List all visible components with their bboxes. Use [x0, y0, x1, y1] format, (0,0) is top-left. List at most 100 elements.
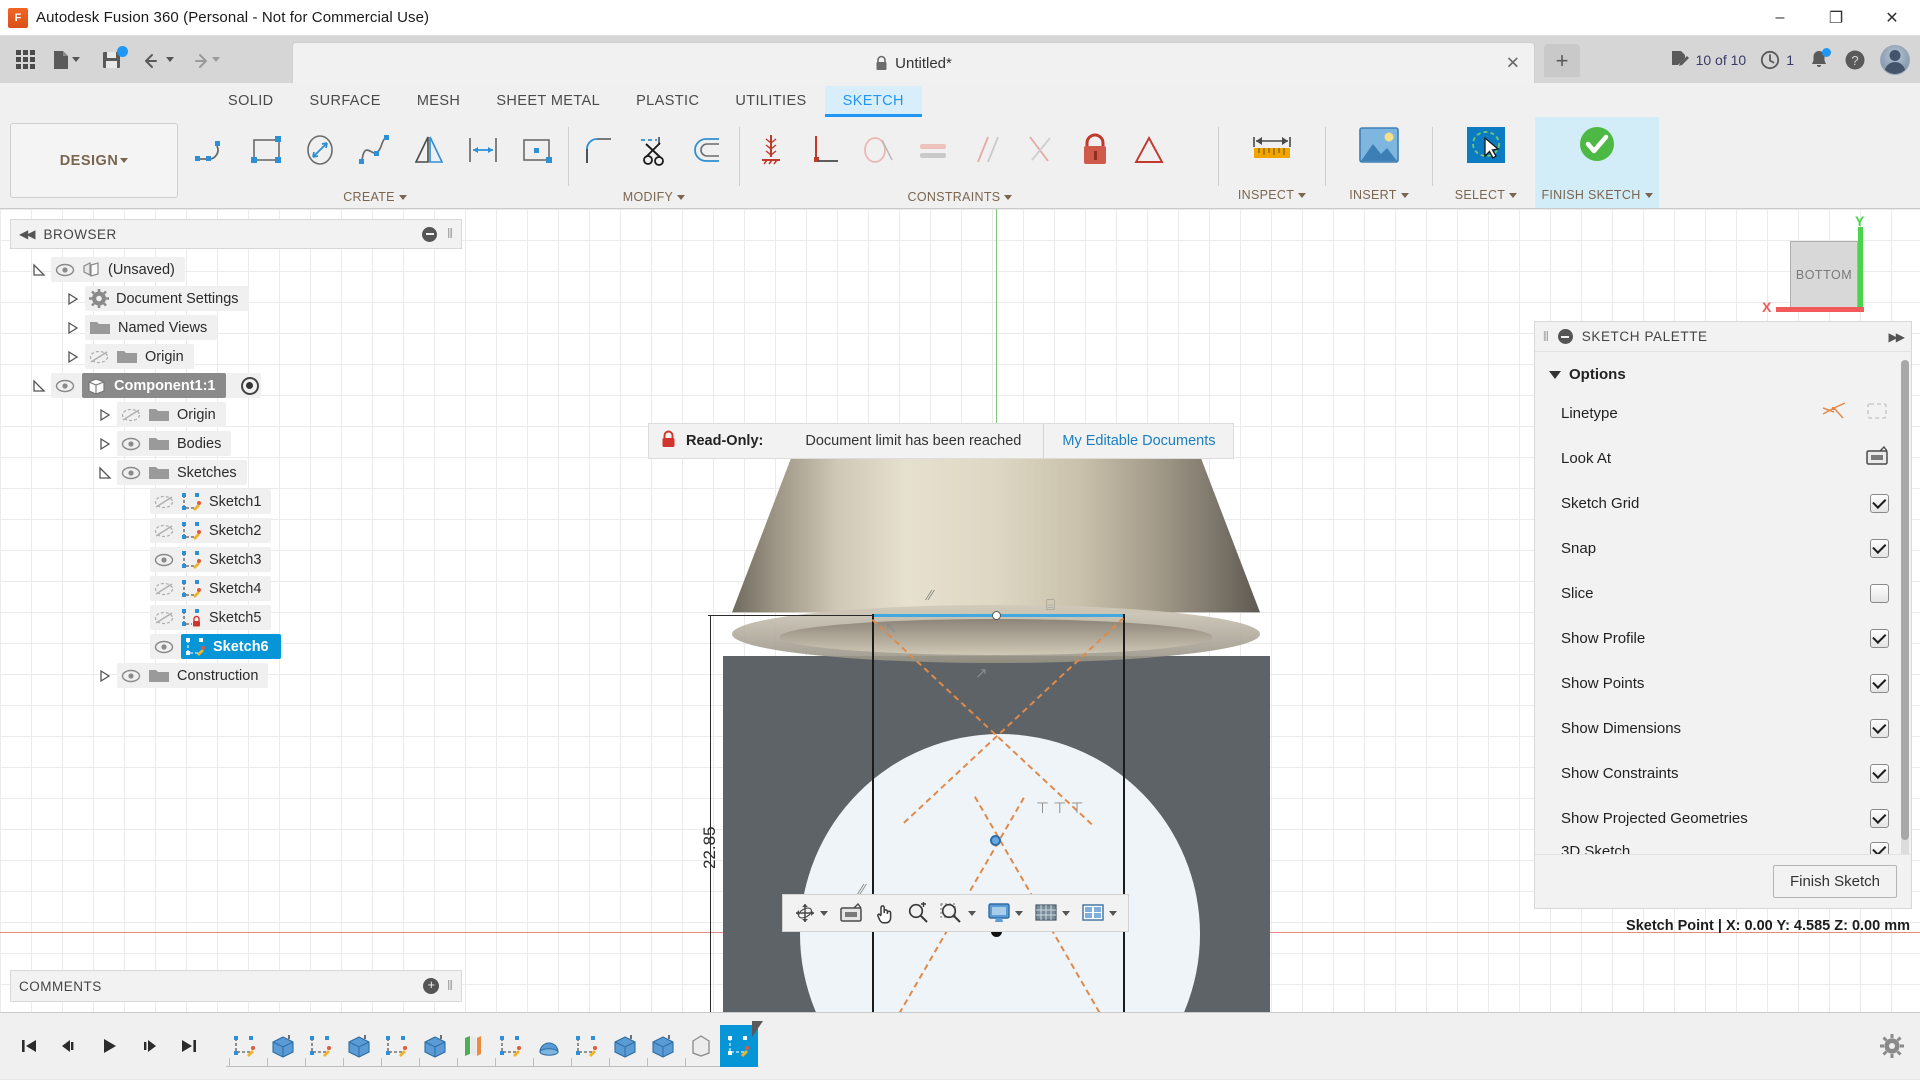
timeline-sketch-1[interactable]: [226, 1025, 264, 1067]
orbit-button[interactable]: [789, 897, 833, 929]
show-dimensions-checkbox[interactable]: [1870, 719, 1889, 738]
workspace-selector[interactable]: DESIGN: [10, 123, 178, 198]
grip-icon[interactable]: ⦀: [447, 978, 453, 994]
tree-node-sketch3[interactable]: Sketch3: [10, 545, 462, 574]
display-settings-button[interactable]: [982, 897, 1028, 929]
equal-constraint-tool[interactable]: [906, 122, 960, 178]
timeline-appearance[interactable]: [454, 1025, 492, 1067]
timeline-sketch-3[interactable]: [378, 1025, 416, 1067]
inspect-button[interactable]: INSPECT: [1223, 117, 1321, 208]
tree-node-unsaved[interactable]: (Unsaved): [10, 255, 462, 284]
perpendicular-constraint-tool[interactable]: [798, 122, 852, 178]
timeline-extrude-5[interactable]: [644, 1025, 682, 1067]
rect-pattern-tool[interactable]: [510, 122, 564, 178]
ribbon-group-label-constraints[interactable]: CONSTRAINTS: [744, 190, 1176, 204]
tree-node-construction[interactable]: Construction: [10, 661, 462, 690]
expander-closed-icon[interactable]: [66, 350, 80, 364]
view-cube[interactable]: BOTTOM X Y: [1762, 213, 1892, 331]
maximize-button[interactable]: ❐: [1808, 0, 1864, 36]
timeline-extrude-4[interactable]: [606, 1025, 644, 1067]
expander-closed-icon[interactable]: [98, 669, 112, 683]
collapse-left-icon[interactable]: ◀◀: [19, 227, 36, 241]
sketch-point-center[interactable]: [990, 835, 1001, 846]
line-tool[interactable]: [186, 122, 240, 178]
expander-closed-icon[interactable]: [66, 321, 80, 335]
tree-node-bodies[interactable]: Bodies: [10, 429, 462, 458]
linetype-construction-icon[interactable]: [1865, 400, 1889, 427]
expander-open-icon[interactable]: [32, 378, 46, 393]
finish-sketch-palette-button[interactable]: Finish Sketch: [1772, 865, 1897, 898]
tree-node-origin-root[interactable]: Origin: [10, 342, 462, 371]
tree-node-sketch5[interactable]: Sketch5: [10, 603, 462, 632]
expander-closed-icon[interactable]: [66, 292, 80, 306]
dimension-value-vertical[interactable]: 22.85: [700, 826, 720, 869]
parallel-constraint-tool[interactable]: [960, 122, 1014, 178]
sketch6-chip[interactable]: Sketch6: [181, 634, 281, 659]
comments-panel[interactable]: COMMENTS + ⦀: [10, 970, 462, 1002]
tree-node-sketch1[interactable]: Sketch1: [10, 487, 462, 516]
sketch-line-left[interactable]: [872, 614, 874, 1012]
close-button[interactable]: ✕: [1864, 0, 1920, 36]
options-section-header[interactable]: Options: [1535, 358, 1911, 391]
minus-circle-icon[interactable]: [422, 226, 438, 242]
tangent-constraint-tool[interactable]: [852, 122, 906, 178]
activate-component-toggle[interactable]: [240, 376, 259, 395]
step-back-button[interactable]: [54, 1031, 84, 1061]
show-projected-geometries-checkbox[interactable]: [1870, 809, 1889, 828]
timeline-shell[interactable]: [682, 1025, 720, 1067]
new-tab-button[interactable]: +: [1544, 44, 1580, 77]
dimension-tool[interactable]: [456, 122, 510, 178]
symmetry-constraint-tool[interactable]: [1122, 122, 1176, 178]
pan-button[interactable]: [869, 897, 901, 929]
new-file-icon[interactable]: [44, 43, 88, 77]
help-icon[interactable]: ?: [1844, 49, 1866, 71]
document-tab[interactable]: Untitled* ✕: [292, 42, 1535, 83]
minimize-button[interactable]: –: [1752, 0, 1808, 36]
expand-right-icon[interactable]: ▶▶: [1889, 330, 1906, 344]
tree-node-document-settings[interactable]: Document Settings: [10, 284, 462, 313]
ribbon-tab-mesh[interactable]: MESH: [399, 86, 479, 117]
slice-checkbox[interactable]: [1870, 584, 1889, 603]
tree-node-sketch2[interactable]: Sketch2: [10, 516, 462, 545]
timeline-extrude-3[interactable]: [416, 1025, 454, 1067]
tree-node-named-views[interactable]: Named Views: [10, 313, 462, 342]
go-to-end-button[interactable]: [174, 1031, 204, 1061]
linetype-normal-icon[interactable]: [1821, 400, 1847, 427]
grip-icon[interactable]: ⦀: [1543, 329, 1549, 345]
ribbon-tab-plastic[interactable]: PLASTIC: [618, 86, 717, 117]
sketch-grid-checkbox[interactable]: [1870, 494, 1889, 513]
app-grid-icon[interactable]: [8, 43, 42, 77]
avatar[interactable]: [1880, 44, 1910, 75]
snap-checkbox[interactable]: [1870, 539, 1889, 558]
add-comment-button[interactable]: +: [423, 978, 440, 994]
tab-close-button[interactable]: ✕: [1506, 55, 1520, 72]
expander-open-icon[interactable]: [32, 262, 46, 277]
ribbon-tab-solid[interactable]: SOLID: [210, 86, 292, 117]
component-chip[interactable]: Component1:1: [82, 373, 226, 398]
show-profile-checkbox[interactable]: [1870, 629, 1889, 648]
rectangle-tool[interactable]: [240, 122, 294, 178]
save-icon[interactable]: [90, 43, 134, 77]
tree-node-sketch6[interactable]: Sketch6: [10, 632, 462, 661]
viewports-button[interactable]: [1076, 897, 1122, 929]
show-points-checkbox[interactable]: [1870, 674, 1889, 693]
sketch-point-top[interactable]: [992, 611, 1001, 620]
fillet-tool[interactable]: [573, 122, 627, 178]
3d-sketch-checkbox[interactable]: [1870, 841, 1889, 854]
look-at-button[interactable]: [834, 897, 868, 929]
play-button[interactable]: [94, 1031, 124, 1061]
expander-open-icon[interactable]: [98, 465, 112, 480]
undo-icon[interactable]: [136, 43, 180, 77]
my-editable-documents-link[interactable]: My Editable Documents: [1044, 433, 1233, 449]
timeline-extrude-1[interactable]: [264, 1025, 302, 1067]
bell-icon[interactable]: [1808, 47, 1831, 71]
insert-button[interactable]: INSERT: [1330, 117, 1428, 208]
show-constraints-checkbox[interactable]: [1870, 764, 1889, 783]
minus-circle-icon[interactable]: [1557, 329, 1573, 344]
job-status-badge[interactable]: 1: [1760, 50, 1794, 70]
expander-closed-icon[interactable]: [98, 408, 112, 422]
canvas-viewport[interactable]: 22.85 12.00 ⁄⁄ ⌸ ↖ ↗ ⊤ ⊤ ⊤ ⁄⁄ ⁄⁄ BOTTOM …: [0, 209, 1920, 1012]
document-count-badge[interactable]: 10 of 10: [1668, 49, 1746, 71]
timeline-marker[interactable]: [752, 1021, 774, 1037]
offset-tool[interactable]: [681, 122, 735, 178]
